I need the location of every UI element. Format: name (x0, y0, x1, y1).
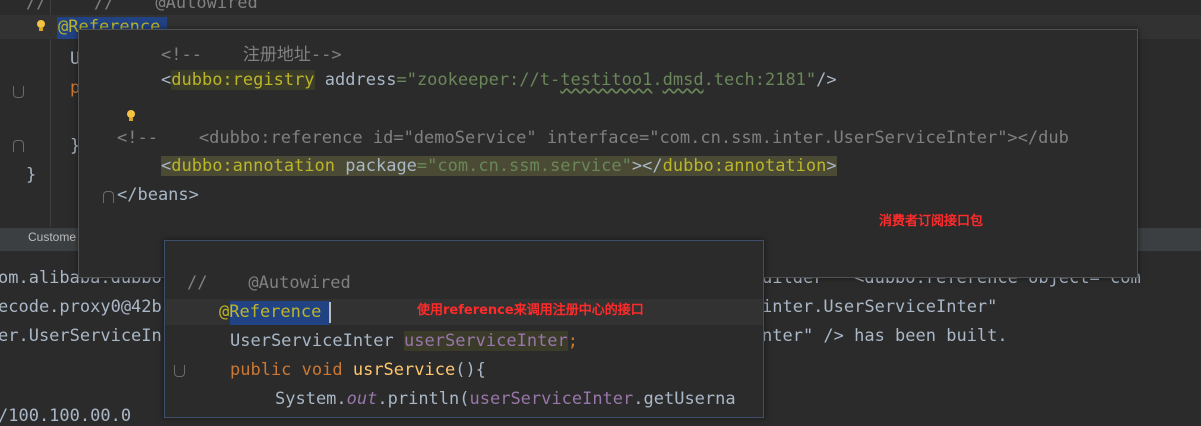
text-caret (329, 302, 331, 323)
console-line-right: inter.UserServiceInter" (762, 297, 998, 317)
fold-marker-icon[interactable] (103, 191, 114, 203)
field-declaration: UserServiceInter userServiceInter; (230, 331, 579, 351)
reference-commented-line: <!-- <dubbo:reference id="demoService" i… (117, 128, 1069, 148)
console-line-right: nter" /> has been built. (762, 326, 1008, 346)
java-preview-popup: // @Autowired @Reference 使用reference来调用注… (164, 240, 764, 418)
beans-close-tag: </beans> (117, 185, 199, 205)
console-line-left: /100.100.00.0 (0, 406, 132, 426)
fold-marker-icon[interactable] (13, 140, 24, 152)
bg-comment-slashes: // (26, 0, 47, 13)
registry-line: <dubbo:registry address="zookeeper://t-t… (161, 70, 837, 90)
annotation-line: <dubbo:annotation package="com.cn.ssm.se… (161, 156, 837, 176)
autowired-comment: // @Autowired (187, 273, 351, 293)
console-line-left: ecode.proxy0@42b (0, 297, 162, 317)
method-declaration: public void usrService(){ (230, 360, 486, 380)
bg-autowired-line: // @Autowired (94, 0, 258, 13)
registry-comment: <!-- 注册地址--> (161, 45, 342, 65)
fold-marker-icon[interactable] (13, 86, 24, 98)
intention-bulb-icon[interactable] (36, 20, 46, 32)
annotation-note: 使用reference来调用注册中心的接口 (417, 303, 644, 318)
console-tab-label[interactable]: Custome (28, 230, 76, 244)
console-line-left: er.UserServiceIn (0, 326, 162, 346)
annotation-note: 消费者订阅接口包 (879, 214, 984, 229)
fold-marker-icon[interactable] (174, 365, 185, 377)
reference-annotation[interactable]: @Reference (219, 302, 321, 322)
bg-brace-2: } (26, 165, 37, 185)
intention-bulb-icon[interactable] (126, 110, 136, 122)
println-statement: System.out.println(userServiceInter.getU… (275, 389, 736, 409)
